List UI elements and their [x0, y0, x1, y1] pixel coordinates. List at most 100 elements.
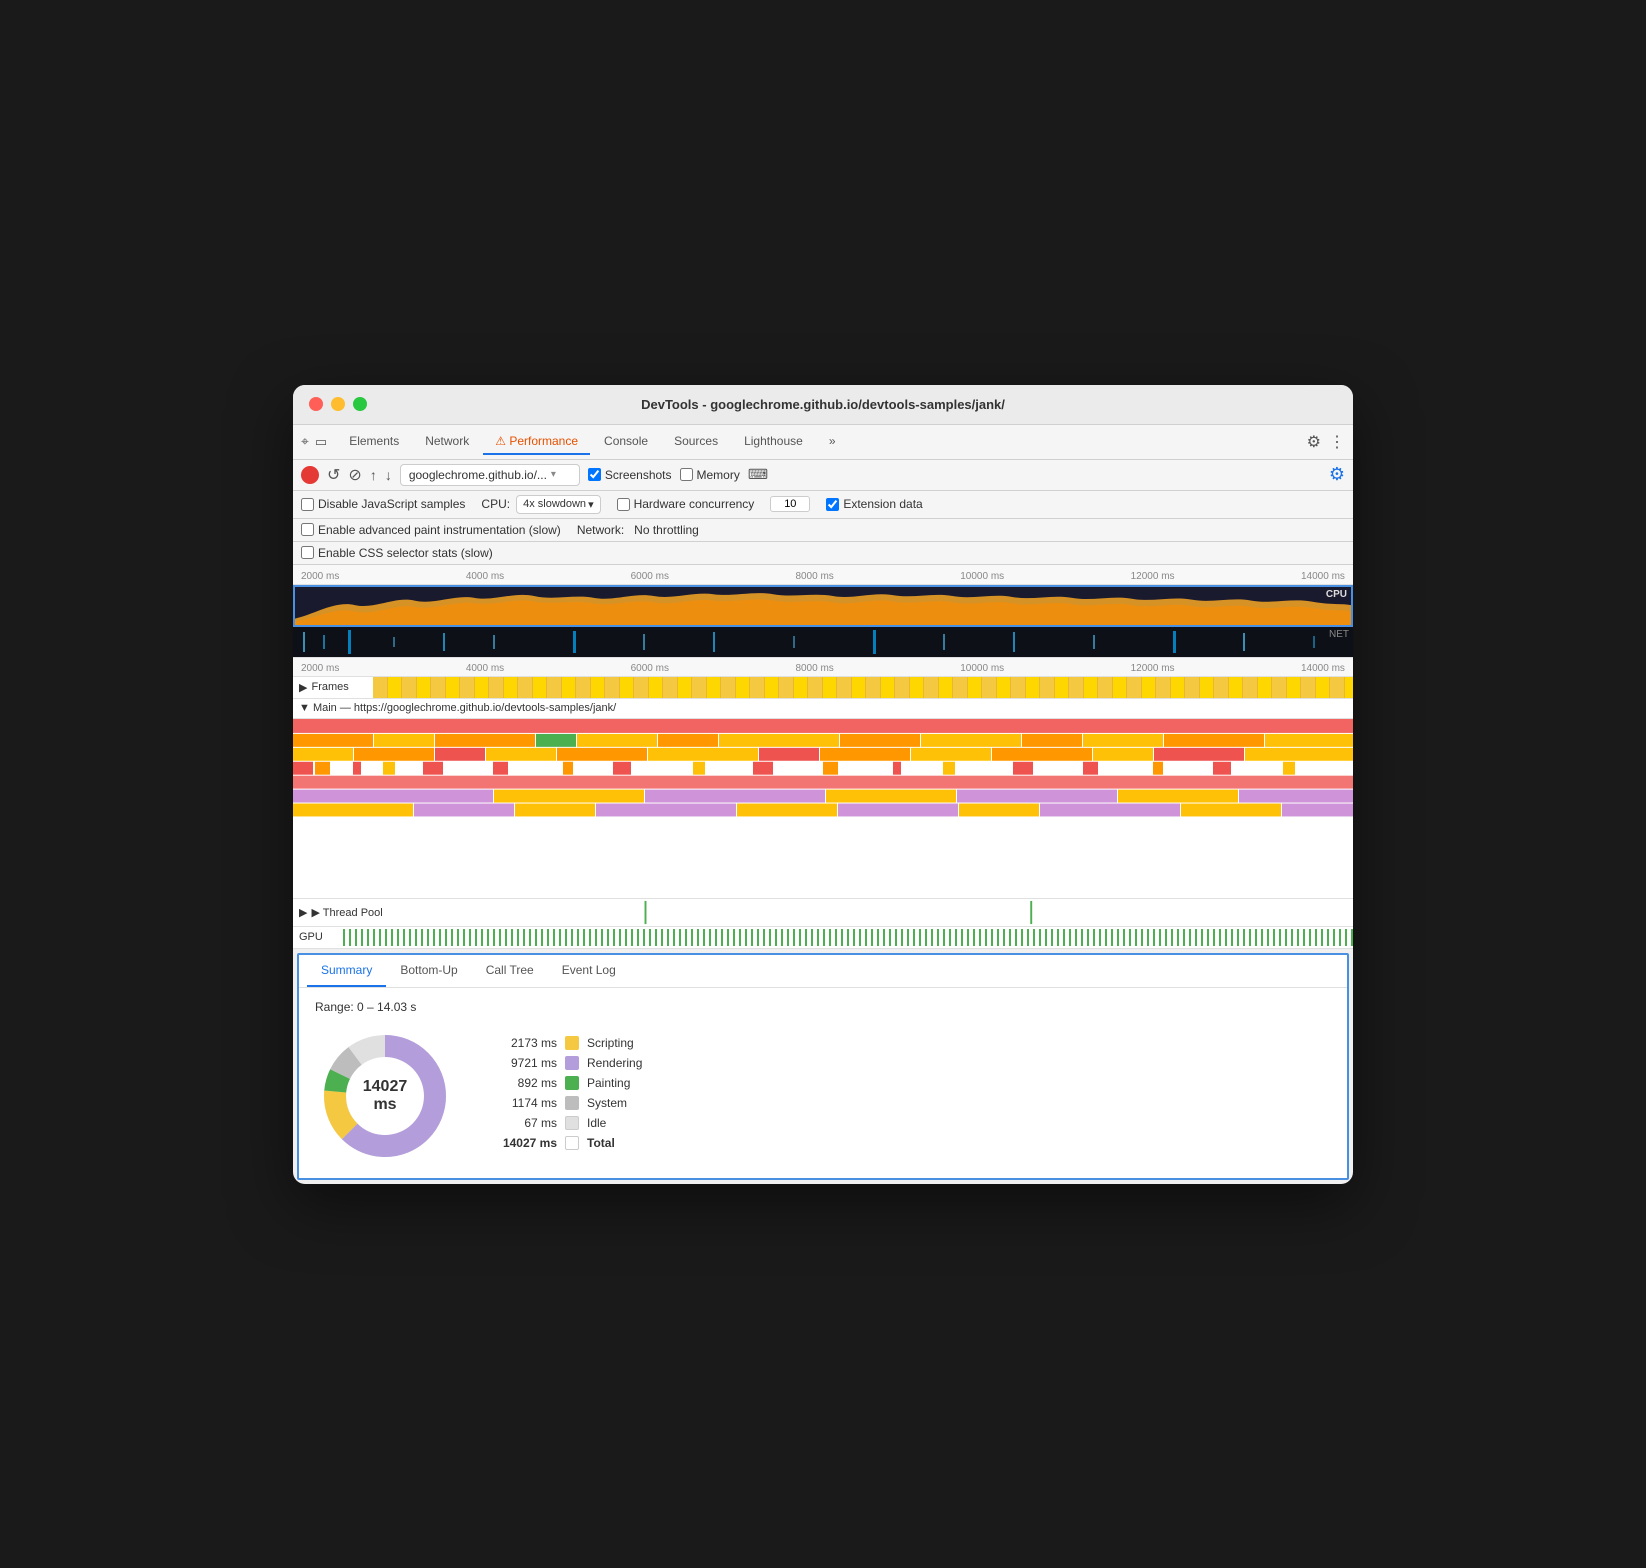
tab-console[interactable]: Console — [592, 429, 660, 455]
total-label: Total — [587, 1136, 615, 1150]
tab-list: Elements Network ⚠ Performance Console S… — [337, 429, 1302, 455]
bottom-ruler: 2000 ms 4000 ms 6000 ms 8000 ms 10000 ms… — [293, 657, 1353, 677]
cpu-throttle-group: CPU: 4x slowdown ▾ — [481, 495, 600, 514]
total-dot — [565, 1136, 579, 1150]
screenshots-checkbox[interactable]: Screenshots — [588, 468, 672, 482]
ruler-mark: 14000 ms — [1301, 663, 1345, 674]
tab-call-tree[interactable]: Call Tree — [472, 955, 548, 987]
legend-table: 2173 ms Scripting 9721 ms Rendering 892 … — [487, 1036, 642, 1156]
ruler-mark: 2000 ms — [301, 663, 339, 674]
settings-icon[interactable]: ⚙ — [1307, 432, 1321, 452]
ruler-mark: 14000 ms — [1301, 571, 1345, 582]
legend-total: 14027 ms Total — [487, 1136, 642, 1150]
legend-painting: 892 ms Painting — [487, 1076, 642, 1090]
main-flamegraph[interactable] — [293, 719, 1353, 899]
idle-dot — [565, 1116, 579, 1130]
ruler-mark: 2000 ms — [301, 571, 339, 582]
top-ruler: 2000 ms 4000 ms 6000 ms 8000 ms 10000 ms… — [293, 565, 1353, 585]
reload-icon[interactable]: ↺ — [327, 465, 340, 485]
legend-scripting: 2173 ms Scripting — [487, 1036, 642, 1050]
tab-summary[interactable]: Summary — [307, 955, 386, 987]
net-track[interactable]: NET — [293, 627, 1353, 657]
controls-bar: ↺ ⊘ ↑ ↓ googlechrome.github.io/... ▾ Scr… — [293, 460, 1353, 491]
advanced-paint-checkbox[interactable]: Enable advanced paint instrumentation (s… — [301, 523, 561, 537]
gpu-row[interactable]: GPU — [293, 927, 1353, 949]
gpu-bars — [343, 929, 1353, 946]
ruler-mark: 4000 ms — [466, 663, 504, 674]
system-value: 1174 ms — [487, 1096, 557, 1110]
timeline-container: 2000 ms 4000 ms 6000 ms 8000 ms 10000 ms… — [293, 565, 1353, 949]
disable-js-checkbox[interactable]: Disable JavaScript samples — [301, 497, 465, 511]
upload-icon[interactable]: ↑ — [370, 467, 377, 483]
window-title: DevTools - googlechrome.github.io/devtoo… — [641, 397, 1005, 412]
titlebar: DevTools - googlechrome.github.io/devtoo… — [293, 385, 1353, 425]
bottom-tab-bar: Summary Bottom-Up Call Tree Event Log — [299, 955, 1347, 988]
legend-rendering: 9721 ms Rendering — [487, 1056, 642, 1070]
device-icon[interactable]: ▭ — [315, 434, 327, 450]
tab-more[interactable]: » — [817, 429, 848, 455]
maximize-button[interactable] — [353, 397, 367, 411]
url-bar[interactable]: googlechrome.github.io/... ▾ — [400, 464, 580, 486]
traffic-lights — [309, 397, 367, 411]
frames-bar — [373, 677, 1353, 698]
net-label: NET — [1329, 629, 1349, 640]
scripting-label: Scripting — [587, 1036, 634, 1050]
range-text: Range: 0 – 14.03 s — [315, 1000, 1331, 1014]
main-track-header: ▼ Main — https://googlechrome.github.io/… — [293, 699, 1353, 719]
thread-pool-content — [343, 899, 1353, 926]
tab-performance[interactable]: ⚠ Performance — [483, 429, 590, 455]
clear-icon[interactable]: ⊘ — [348, 465, 361, 485]
blue-settings-icon[interactable]: ⚙ — [1329, 464, 1345, 484]
frames-track[interactable]: ▶Frames — [293, 677, 1353, 699]
rendering-dot — [565, 1056, 579, 1070]
tab-event-log[interactable]: Event Log — [548, 955, 630, 987]
frames-label: ▶Frames — [293, 681, 373, 694]
devtools-window: DevTools - googlechrome.github.io/devtoo… — [293, 385, 1353, 1184]
hardware-concurrency-checkbox[interactable]: Hardware concurrency — [617, 497, 755, 511]
legend-system: 1174 ms System — [487, 1096, 642, 1110]
ruler-mark: 12000 ms — [1131, 663, 1175, 674]
summary-body: 14027 ms 2173 ms Scripting 9721 ms Rende… — [315, 1026, 1331, 1166]
download-icon[interactable]: ↓ — [385, 467, 392, 483]
painting-dot — [565, 1076, 579, 1090]
bottom-panel: Summary Bottom-Up Call Tree Event Log Ra… — [297, 953, 1349, 1180]
record-icon[interactable] — [301, 466, 319, 484]
scripting-dot — [565, 1036, 579, 1050]
rendering-label: Rendering — [587, 1056, 642, 1070]
thread-pool-row[interactable]: ▶ ▶ Thread Pool — [293, 899, 1353, 927]
donut-chart: 14027 ms — [315, 1026, 455, 1166]
frames-content — [373, 677, 1353, 698]
cpu-track[interactable]: CPU — [293, 585, 1353, 627]
css-selector-checkbox[interactable]: Enable CSS selector stats (slow) — [301, 546, 493, 560]
more-icon[interactable]: ⋮ — [1329, 432, 1345, 452]
painting-value: 892 ms — [487, 1076, 557, 1090]
ruler-mark: 10000 ms — [960, 663, 1004, 674]
tab-bottom-up[interactable]: Bottom-Up — [386, 955, 471, 987]
inspect-icon[interactable]: ⌖ — [301, 433, 309, 450]
ruler-mark: 10000 ms — [960, 571, 1004, 582]
settings-row-3: Enable CSS selector stats (slow) — [293, 542, 1353, 565]
scripting-value: 2173 ms — [487, 1036, 557, 1050]
memory-checkbox[interactable]: Memory — [680, 468, 740, 482]
system-label: System — [587, 1096, 627, 1110]
tab-elements[interactable]: Elements — [337, 429, 411, 455]
rendering-value: 9721 ms — [487, 1056, 557, 1070]
legend-idle: 67 ms Idle — [487, 1116, 642, 1130]
painting-label: Painting — [587, 1076, 630, 1090]
tab-sources[interactable]: Sources — [662, 429, 730, 455]
tab-network[interactable]: Network — [413, 429, 481, 455]
tab-lighthouse[interactable]: Lighthouse — [732, 429, 815, 455]
extension-data-checkbox[interactable]: Extension data — [826, 497, 922, 511]
network-throttle-group: Network: No throttling — [577, 523, 699, 537]
close-button[interactable] — [309, 397, 323, 411]
ruler-mark: 8000 ms — [795, 571, 833, 582]
ruler-mark: 4000 ms — [466, 571, 504, 582]
ruler-marks-2: 2000 ms 4000 ms 6000 ms 8000 ms 10000 ms… — [293, 663, 1353, 674]
settings-row: Disable JavaScript samples CPU: 4x slowd… — [293, 491, 1353, 519]
concurrency-input[interactable] — [770, 496, 810, 512]
cpu-throttle-select[interactable]: 4x slowdown ▾ — [516, 495, 601, 514]
minimize-button[interactable] — [331, 397, 345, 411]
cpu-label: CPU — [1326, 589, 1347, 600]
total-value: 14027 ms — [487, 1136, 557, 1150]
toolbar-icons: ⚙ ⋮ — [1307, 432, 1345, 452]
